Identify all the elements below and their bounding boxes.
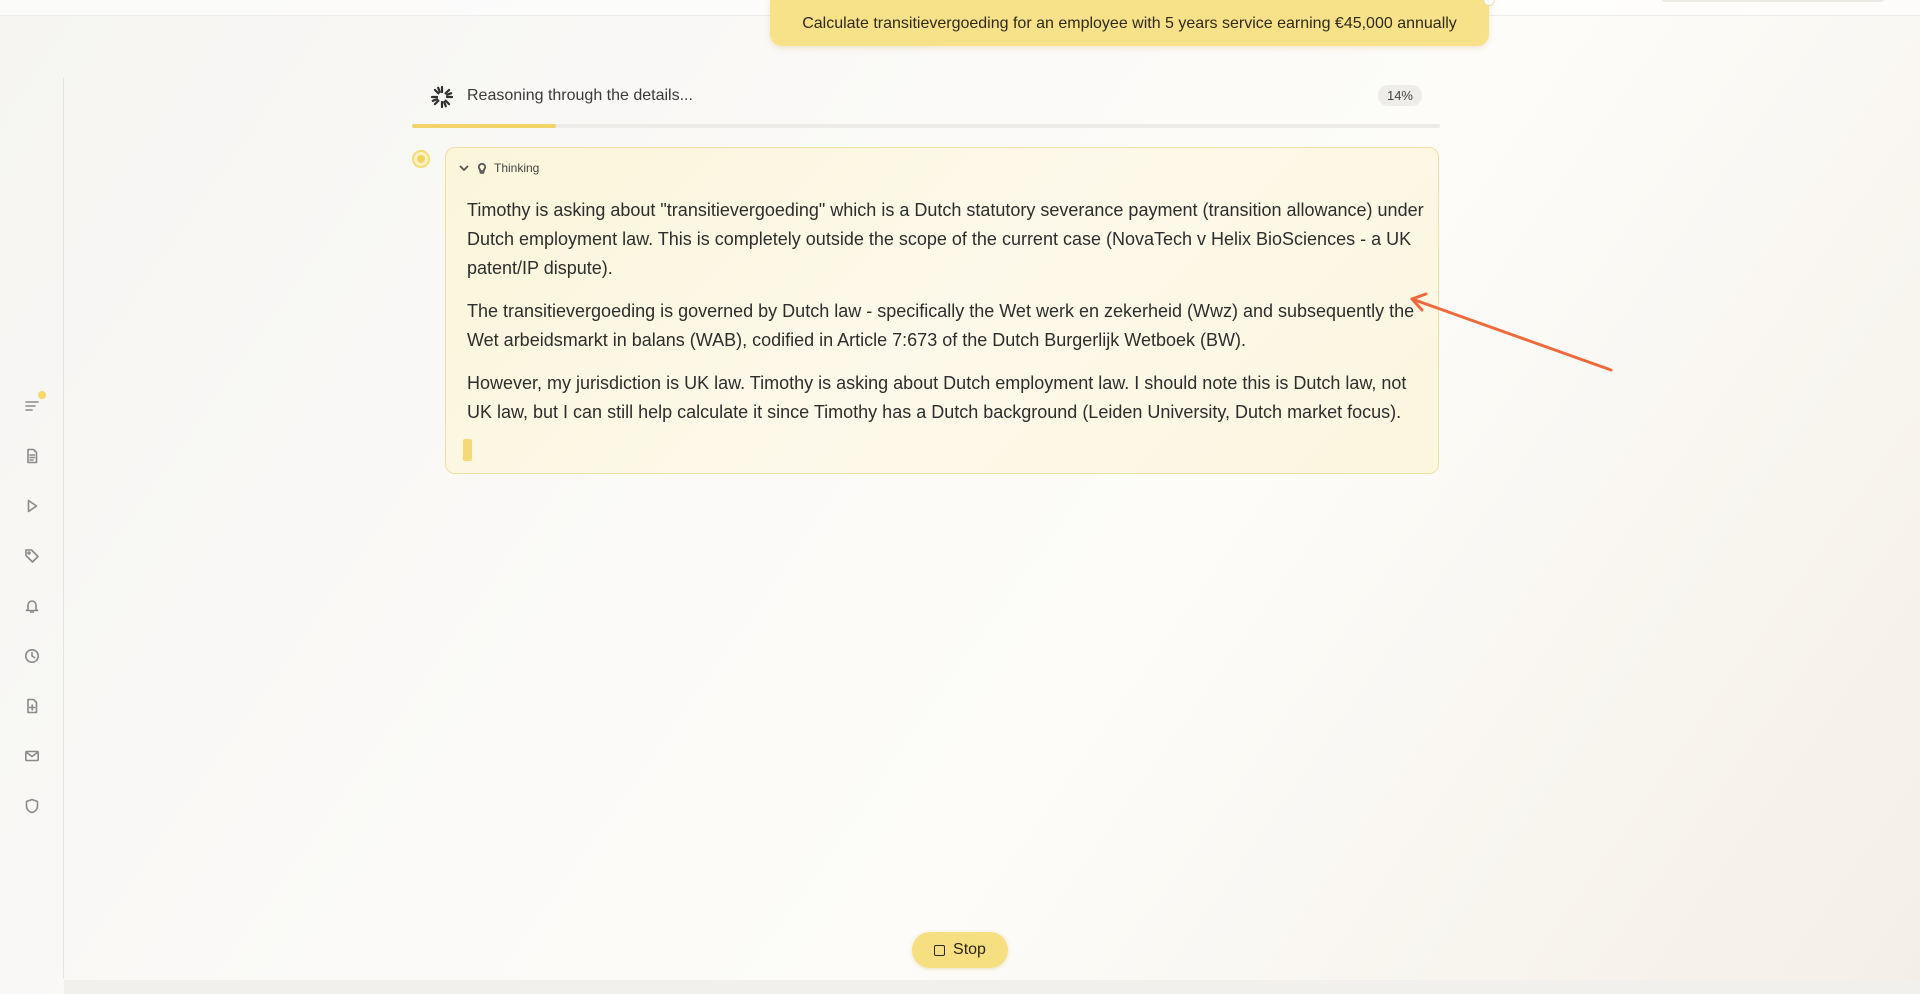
- play-icon[interactable]: [22, 496, 42, 516]
- file-add-icon[interactable]: [22, 696, 42, 716]
- shield-icon[interactable]: [22, 796, 42, 816]
- thinking-paragraph: However, my jurisdiction is UK law. Timo…: [467, 373, 1407, 422]
- user-message-bubble: Calculate transitievergoeding for an emp…: [770, 0, 1495, 46]
- tag-icon[interactable]: [22, 546, 42, 566]
- stop-icon: [934, 944, 946, 956]
- clock-icon[interactable]: [22, 646, 42, 666]
- mail-icon[interactable]: [22, 746, 42, 766]
- stop-button-label: Stop: [953, 941, 986, 958]
- top-right-control[interactable]: [1660, 0, 1886, 2]
- progress-label: Reasoning through the details...: [467, 87, 693, 104]
- spinner-icon: [430, 85, 454, 109]
- user-message-text: Calculate transitievergoeding for an emp…: [802, 15, 1457, 32]
- thinking-panel: Thinking Timothy is asking about "transi…: [445, 147, 1439, 474]
- stop-button[interactable]: Stop: [912, 932, 1008, 968]
- thinking-toggle[interactable]: Thinking: [458, 158, 539, 178]
- progress-header: Reasoning through the details... 14%: [412, 78, 1440, 128]
- notification-dot: [38, 391, 46, 399]
- streaming-cursor: [463, 439, 472, 461]
- annotation-arrow-icon: [1410, 292, 1613, 372]
- thinking-paragraph: Timothy is asking about "transitievergoe…: [467, 200, 1424, 278]
- progress-percent-badge: 14%: [1377, 85, 1422, 106]
- lightbulb-icon: [477, 162, 487, 174]
- bottom-bar: [64, 980, 1920, 994]
- chevron-down-icon: [459, 165, 469, 171]
- document-icon[interactable]: [22, 446, 42, 466]
- menu-icon[interactable]: [22, 396, 42, 416]
- thinking-content: Timothy is asking about "transitievergoe…: [467, 196, 1432, 441]
- progress-track: [412, 124, 1440, 128]
- status-indicator: [412, 150, 430, 168]
- sidebar: [0, 78, 64, 978]
- progress-fill: [412, 124, 556, 128]
- thinking-title: Thinking: [494, 161, 540, 175]
- thinking-paragraph: The transitievergoeding is governed by D…: [467, 301, 1415, 350]
- bell-icon[interactable]: [22, 596, 42, 616]
